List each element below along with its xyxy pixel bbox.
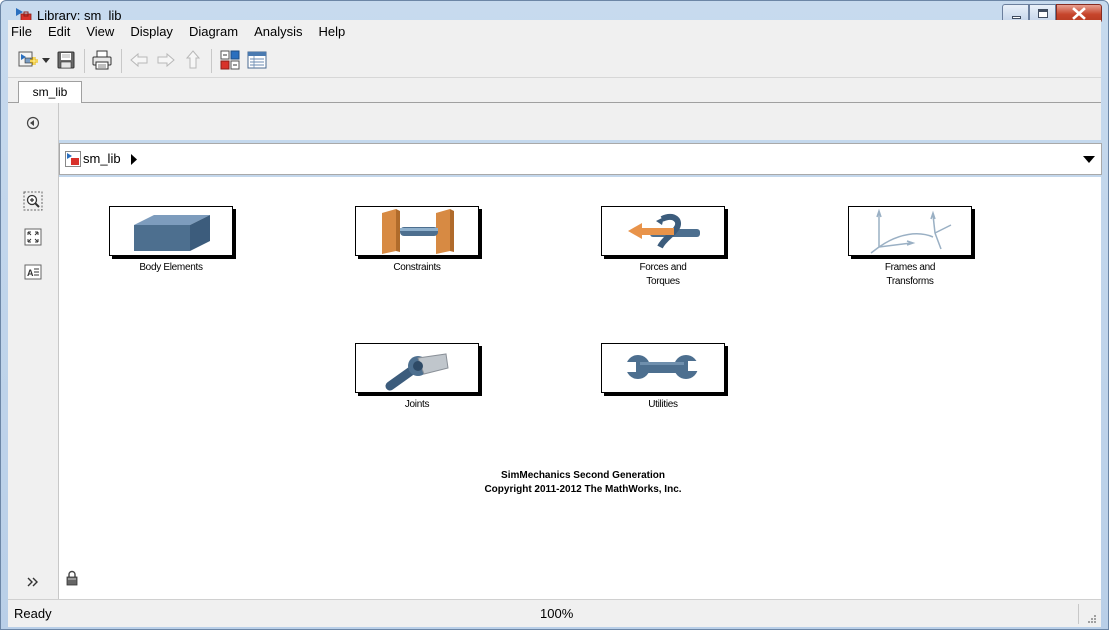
circle-arrow-icon [26, 116, 40, 130]
block-joints[interactable] [355, 343, 479, 393]
new-model-icon [18, 51, 38, 67]
zoom-level: 100% [540, 606, 574, 621]
svg-text:A: A [27, 268, 34, 278]
status-text: Ready [14, 606, 52, 621]
toolbar-separator [84, 49, 85, 73]
block-label-forces-and-torques: Forces and Torques [639, 262, 687, 287]
block-forces-and-torques[interactable] [601, 206, 725, 256]
resize-grip-icon[interactable] [1085, 612, 1097, 624]
model-explorer-icon [247, 51, 267, 69]
constraints-icon [382, 209, 454, 254]
expand-panel-button[interactable] [22, 571, 44, 593]
block-body-elements[interactable] [109, 206, 233, 256]
block-label-utilities: Utilities [648, 399, 678, 410]
up-button[interactable] [182, 49, 204, 71]
copyright-line-2: Copyright 2011-2012 The MathWorks, Inc. [484, 484, 682, 495]
model-explorer-button[interactable] [246, 49, 268, 71]
menu-help[interactable]: Help [310, 20, 353, 43]
utilities-icon [624, 355, 700, 379]
hide-browser-button[interactable] [22, 112, 44, 134]
library-browser-button[interactable] [219, 49, 241, 71]
tab-sm-lib[interactable]: sm_lib [18, 81, 82, 103]
menu-diagram[interactable]: Diagram [181, 20, 246, 43]
fit-to-view-button[interactable] [22, 226, 44, 248]
zoom-in-icon [23, 191, 43, 211]
forward-button[interactable] [155, 49, 177, 71]
block-label-joints: Joints [404, 399, 430, 410]
status-bar: Ready 100% [8, 599, 1101, 627]
menu-analysis[interactable]: Analysis [246, 20, 310, 43]
lock-icon[interactable] [66, 570, 78, 586]
address-bar[interactable]: sm_lib [59, 143, 1102, 175]
forces-torques-icon [628, 213, 700, 249]
joints-icon [385, 353, 449, 391]
menu-bar: File Edit View Display Diagram Analysis … [8, 20, 1101, 43]
arrow-up-icon [185, 50, 201, 69]
maximize-icon [1038, 9, 1048, 18]
menu-display[interactable]: Display [122, 20, 181, 43]
library-canvas[interactable]: Body Elements Constraints Forces and Tor… [59, 177, 1101, 599]
menu-view[interactable]: View [78, 20, 122, 43]
fit-to-view-icon [24, 228, 42, 246]
chevron-down-icon [42, 58, 50, 63]
print-button[interactable] [91, 49, 113, 71]
block-utilities[interactable] [601, 343, 725, 393]
block-label-frames-and-transforms: Frames and Transforms [884, 262, 936, 287]
copyright-annotation: SimMechanics Second Generation Copyright… [383, 469, 783, 497]
left-tool-panel: A [8, 103, 59, 599]
annotation-button[interactable]: A [22, 261, 44, 283]
toolbar [8, 43, 1101, 78]
toolbar-separator [121, 49, 122, 73]
status-divider [1078, 604, 1079, 624]
menu-file[interactable]: File [8, 20, 40, 43]
block-label-constraints: Constraints [393, 262, 441, 273]
frames-transforms-icon [870, 208, 952, 254]
simulink-library-icon [65, 151, 81, 167]
annotation-icon: A [24, 264, 42, 280]
copyright-line-1: SimMechanics Second Generation [501, 470, 665, 481]
block-constraints[interactable] [355, 206, 479, 256]
body-elements-icon [134, 215, 210, 251]
arrow-right-icon [157, 52, 175, 68]
back-button[interactable] [128, 49, 150, 71]
zoom-area-button[interactable] [22, 190, 44, 212]
save-icon [57, 51, 75, 69]
minimize-icon [1012, 16, 1021, 19]
main-window: Library: sm_lib File Edit View Display D… [0, 0, 1109, 630]
breadcrumb-sm-lib[interactable]: sm_lib [83, 151, 121, 166]
library-browser-icon [220, 50, 240, 70]
block-frames-and-transforms[interactable] [848, 206, 972, 256]
new-model-button[interactable] [17, 49, 39, 71]
toolbar-separator [211, 49, 212, 73]
breadcrumb-arrow-icon[interactable] [130, 154, 138, 165]
tab-strip: sm_lib [8, 78, 1101, 103]
double-chevron-right-icon [27, 577, 38, 587]
chevron-down-icon[interactable] [1083, 155, 1095, 164]
address-bar-area [59, 103, 1101, 140]
save-button[interactable] [55, 49, 77, 71]
block-label-body-elements: Body Elements [139, 262, 203, 273]
new-dropdown-button[interactable] [40, 49, 52, 71]
menu-edit[interactable]: Edit [40, 20, 78, 43]
print-icon [92, 50, 112, 70]
arrow-left-icon [130, 52, 148, 68]
